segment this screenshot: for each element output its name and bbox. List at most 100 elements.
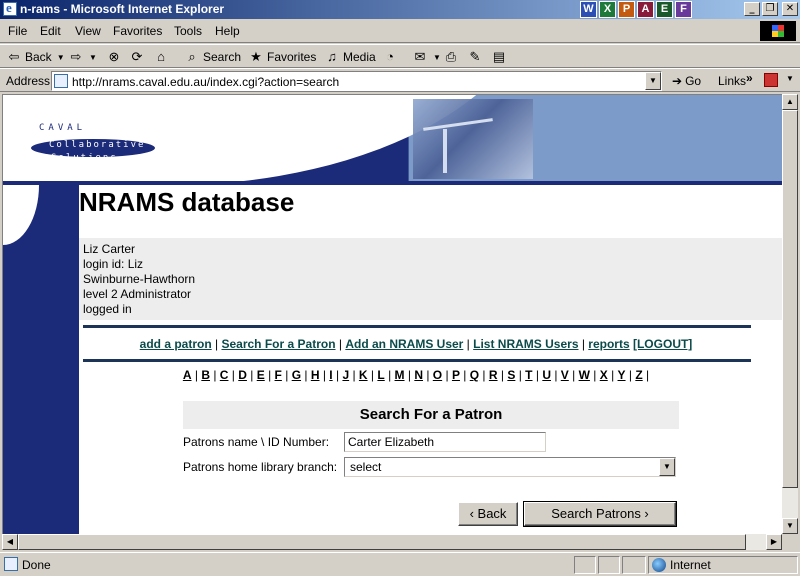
address-label: Address — [6, 74, 51, 88]
alpha-link-g[interactable]: G — [292, 368, 301, 382]
refresh-button[interactable]: ⟳ — [129, 49, 145, 65]
internet-zone-icon — [652, 558, 666, 572]
alpha-link-h[interactable]: H — [311, 368, 320, 382]
banner-photo — [413, 99, 533, 179]
links-button[interactable]: Links — [718, 74, 746, 88]
alpha-link-w[interactable]: W — [579, 368, 590, 382]
nav-add-user[interactable]: Add an NRAMS User — [345, 337, 463, 351]
alpha-link-y[interactable]: Y — [618, 368, 626, 382]
alpha-link-o[interactable]: O — [433, 368, 442, 382]
search-button[interactable]: ⌕ Search — [184, 49, 241, 65]
menu-favorites[interactable]: Favorites — [113, 24, 162, 38]
discuss-icon: ▤ — [492, 49, 506, 64]
word-icon[interactable]: W — [580, 1, 597, 18]
alpha-link-m[interactable]: M — [395, 368, 405, 382]
address-url[interactable]: http://nrams.caval.edu.au/index.cgi?acti… — [72, 75, 339, 89]
chevron-down-icon[interactable]: ▼ — [659, 458, 675, 476]
search-icon: ⌕ — [188, 49, 196, 64]
back-form-button[interactable]: ‹ Back — [458, 502, 518, 526]
taskbar-apps: W X P A E F — [580, 0, 694, 19]
branch-select-value: select — [350, 460, 382, 474]
alpha-link-n[interactable]: N — [414, 368, 423, 382]
scroll-down-icon[interactable]: ▼ — [782, 518, 798, 534]
patron-name-input[interactable]: Carter Elizabeth — [344, 432, 546, 452]
media-button[interactable]: ♫ Media — [324, 49, 376, 64]
scroll-right-icon[interactable]: ▶ — [766, 534, 782, 550]
alpha-link-d[interactable]: D — [238, 368, 247, 382]
alpha-link-q[interactable]: Q — [470, 368, 479, 382]
scroll-up-icon[interactable]: ▲ — [782, 94, 798, 110]
powerpoint-icon[interactable]: P — [618, 1, 635, 18]
nav-logout[interactable]: [LOGOUT] — [633, 337, 692, 351]
minimize-button[interactable]: _ — [744, 2, 760, 16]
close-button[interactable]: ✕ — [782, 2, 798, 16]
alpha-link-f[interactable]: F — [275, 368, 282, 382]
nav-add-patron[interactable]: add a patron — [140, 337, 212, 351]
chevron-down-icon[interactable]: ▼ — [89, 53, 97, 62]
mail-button[interactable]: ✉ ▼ — [412, 49, 441, 65]
home-button[interactable]: ⌂ — [153, 49, 169, 64]
nav-reports[interactable]: reports — [588, 337, 629, 351]
menu-edit[interactable]: Edit — [40, 24, 61, 38]
alpha-link-z[interactable]: Z — [635, 368, 642, 382]
chevron-down-icon[interactable]: ▼ — [433, 53, 441, 62]
search-patrons-button[interactable]: Search Patrons › — [523, 501, 677, 527]
page-done-icon — [4, 557, 18, 571]
favorites-button[interactable]: ★ Favorites — [248, 49, 316, 65]
history-button[interactable]: ◔ — [382, 49, 398, 64]
alphabet-index: A | B | C | D | E | F | G | H | I | J | … — [182, 368, 650, 382]
stop-button[interactable]: ⊗ — [106, 49, 122, 65]
back-label: Back — [25, 50, 52, 64]
nav-list-users[interactable]: List NRAMS Users — [473, 337, 578, 351]
excel-icon[interactable]: X — [599, 1, 616, 18]
alpha-link-k[interactable]: K — [359, 368, 368, 382]
chevron-down-icon[interactable]: ▼ — [786, 74, 794, 83]
links-chevron-icon[interactable]: » — [746, 71, 753, 85]
home-icon: ⌂ — [157, 49, 165, 64]
user-institution: Swinburne-Hawthorn — [83, 272, 196, 286]
alpha-link-x[interactable]: X — [600, 368, 608, 382]
address-input[interactable]: http://nrams.caval.edu.au/index.cgi?acti… — [51, 71, 662, 91]
restore-button[interactable]: ❐ — [762, 2, 778, 16]
window-controls: _ ❐ ✕ — [744, 2, 798, 16]
horizontal-scroll-thumb[interactable] — [18, 534, 746, 550]
vertical-scroll-thumb[interactable] — [782, 110, 798, 488]
extension-icon[interactable] — [764, 73, 778, 87]
vertical-scrollbar[interactable]: ▲ ▼ — [782, 94, 798, 534]
alpha-link-b[interactable]: B — [201, 368, 210, 382]
nav-links: add a patron | Search For a Patron | Add… — [139, 337, 693, 351]
zone-text: Internet — [670, 558, 711, 572]
edit-button[interactable]: ✎ — [467, 49, 483, 65]
go-button[interactable]: ➔ Go — [672, 74, 701, 88]
user-status: logged in — [83, 302, 132, 316]
alpha-link-v[interactable]: V — [561, 368, 569, 382]
menu-tools[interactable]: Tools — [174, 24, 202, 38]
menu-view[interactable]: View — [75, 24, 101, 38]
access-icon[interactable]: A — [637, 1, 654, 18]
nav-search-patron[interactable]: Search For a Patron — [221, 337, 335, 351]
alpha-link-u[interactable]: U — [542, 368, 551, 382]
branch-select[interactable]: select ▼ — [344, 457, 676, 477]
alpha-link-a[interactable]: A — [183, 368, 192, 382]
print-button[interactable]: ⎙ — [443, 49, 459, 65]
scroll-left-icon[interactable]: ◀ — [2, 534, 18, 550]
discuss-button[interactable]: ▤ — [491, 49, 507, 65]
publisher-icon[interactable]: E — [656, 1, 673, 18]
chevron-down-icon[interactable]: ▼ — [57, 53, 65, 62]
chevron-down-icon[interactable]: ▼ — [645, 72, 661, 90]
menu-help[interactable]: Help — [215, 24, 240, 38]
alpha-link-t[interactable]: T — [525, 368, 532, 382]
alpha-link-l[interactable]: L — [377, 368, 384, 382]
alpha-link-p[interactable]: P — [452, 368, 460, 382]
horizontal-scrollbar[interactable]: ◀ ▶ — [2, 534, 782, 550]
alpha-link-e[interactable]: E — [257, 368, 265, 382]
alpha-link-r[interactable]: R — [489, 368, 498, 382]
window-title: n-rams - Microsoft Internet Explorer — [20, 2, 225, 16]
menu-file[interactable]: File — [8, 24, 27, 38]
frontpage-icon[interactable]: F — [675, 1, 692, 18]
page-viewport: CAVAL Collaborative Solutions NRAMS data… — [2, 94, 782, 534]
back-button[interactable]: ⇦ Back ▼ — [6, 49, 65, 65]
ie-icon[interactable] — [3, 0, 17, 16]
forward-button[interactable]: ⇨ ▼ — [68, 49, 97, 65]
logo-text-bottom: Solutions — [51, 153, 118, 163]
